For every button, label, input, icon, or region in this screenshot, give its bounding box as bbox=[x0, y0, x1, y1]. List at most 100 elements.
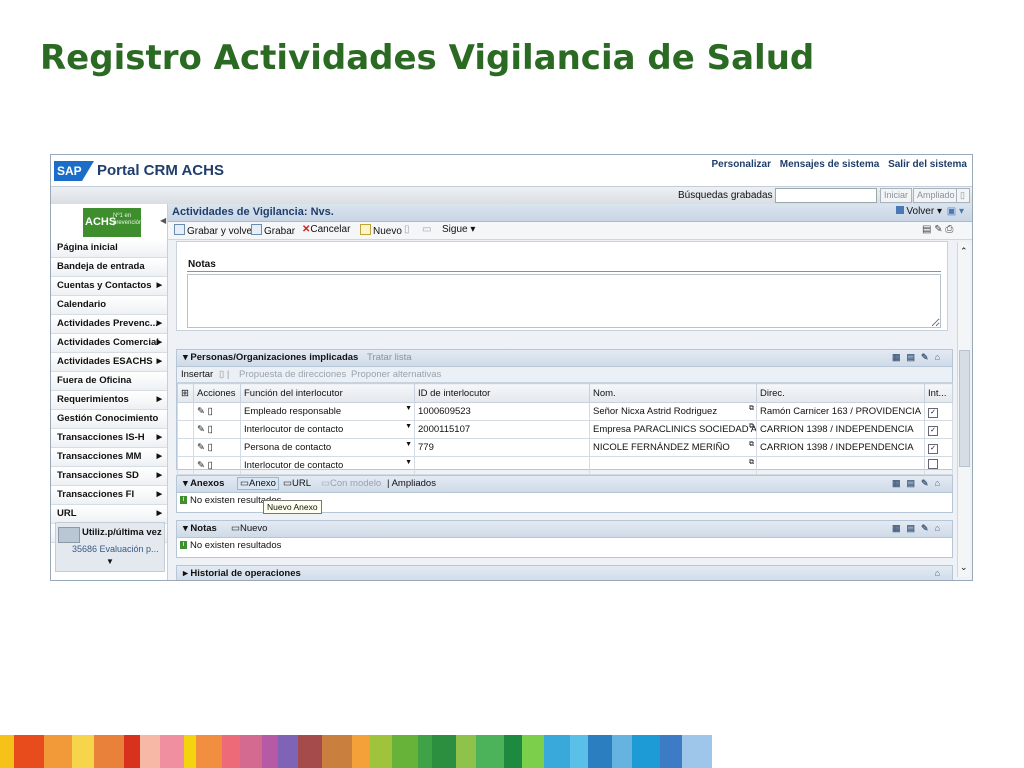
value-help-icon[interactable]: ⧉ bbox=[749, 459, 754, 467]
main-partner-checkbox[interactable]: ✓ bbox=[924, 402, 953, 421]
edit-icon[interactable]: ✎ bbox=[197, 460, 205, 471]
partner-id-cell[interactable]: 779 bbox=[414, 438, 590, 457]
system-messages-link[interactable]: Mensajes de sistema bbox=[780, 159, 880, 170]
section-tools-icons[interactable]: ▦▤✎⌂ bbox=[892, 523, 946, 534]
section-tools-icons[interactable]: ▦▤✎⌂ bbox=[892, 478, 946, 489]
partner-id-cell[interactable] bbox=[414, 456, 590, 475]
add-attachment-button[interactable]: ▭Anexo bbox=[237, 477, 279, 490]
sidebar-item[interactable]: Cuentas y Contactos ▶ bbox=[51, 277, 167, 296]
column-header[interactable]: ID de interlocutor bbox=[414, 383, 590, 403]
column-header[interactable]: Nom. bbox=[589, 383, 757, 403]
saved-searches-dropdown[interactable]: Búsquedas grabadas ▾ bbox=[678, 190, 780, 201]
name-cell[interactable]: Empresa PARACLINICS SOCIEDAD A ⧉ bbox=[589, 420, 757, 439]
main-partner-checkbox[interactable]: ✓ bbox=[924, 420, 953, 439]
column-header[interactable]: Acciones bbox=[193, 383, 241, 403]
sidebar-item[interactable]: Actividades Prevenc... ▶ bbox=[51, 315, 167, 334]
main-partner-checkbox[interactable]: ✓ bbox=[924, 438, 953, 457]
start-button[interactable]: Iniciar bbox=[880, 188, 913, 203]
notes-textarea[interactable] bbox=[187, 274, 941, 328]
edit-icon[interactable]: ✎ bbox=[197, 424, 205, 435]
sidebar-item[interactable]: Actividades Comercial ▶ bbox=[51, 334, 167, 353]
insert-button[interactable]: Insertar bbox=[181, 369, 213, 380]
row-select-cell[interactable] bbox=[177, 438, 194, 457]
vertical-scrollbar[interactable]: ⌃ ⌄ bbox=[957, 242, 970, 577]
save-and-back-button[interactable]: Grabar y volver bbox=[174, 224, 255, 237]
function-cell[interactable]: Interlocutor de contacto ▼ bbox=[240, 456, 415, 475]
name-cell[interactable]: ⧉ bbox=[589, 456, 757, 475]
sidebar-item[interactable]: Fuera de Oficina bbox=[51, 372, 167, 391]
checkbox-icon[interactable] bbox=[928, 459, 938, 469]
sidebar-item[interactable]: Actividades ESACHS ▶ bbox=[51, 353, 167, 372]
value-help-icon[interactable]: ⧉ bbox=[749, 441, 754, 449]
row-actions[interactable]: ✎ ▯ bbox=[193, 438, 241, 457]
main-partner-checkbox[interactable] bbox=[924, 456, 953, 475]
personalize-link[interactable]: Personalizar bbox=[712, 159, 771, 170]
trash-icon[interactable]: ▯ bbox=[208, 406, 213, 417]
checkbox-icon[interactable]: ✓ bbox=[928, 425, 938, 436]
column-header[interactable]: Función del interlocutor bbox=[240, 383, 415, 403]
chevron-down-icon[interactable]: ▼ bbox=[405, 441, 412, 448]
history-title[interactable]: ▸ Historial de operaciones bbox=[183, 568, 301, 579]
logout-link[interactable]: Salir del sistema bbox=[888, 159, 967, 170]
sidebar-item[interactable]: Transacciones IS-H ▶ bbox=[51, 429, 167, 448]
chevron-down-icon[interactable]: ▼ bbox=[405, 459, 412, 466]
address-cell[interactable]: CARRION 1398 / INDEPENDENCIA bbox=[756, 438, 925, 457]
new-note-button[interactable]: ▭Nuevo bbox=[231, 523, 267, 534]
partner-id-cell[interactable]: 1000609523 bbox=[414, 402, 590, 421]
table-row[interactable]: ✎ ▯ Interlocutor de contacto ▼ ⧉ bbox=[177, 456, 953, 475]
value-help-icon[interactable]: ⧉ bbox=[749, 405, 754, 413]
sidebar-item[interactable]: Transacciones FI ▶ bbox=[51, 486, 167, 505]
notes-section-title[interactable]: ▾ Notas bbox=[183, 523, 217, 534]
section-tools-icons[interactable]: ▦▤✎⌂ bbox=[892, 352, 946, 363]
next-button[interactable]: Sigue ▾ bbox=[442, 224, 475, 235]
sidebar-item[interactable]: Página inicial bbox=[51, 239, 167, 258]
row-select-cell[interactable] bbox=[177, 456, 194, 475]
name-cell[interactable]: NICOLE FERNÁNDEZ MERIÑO ⧉ bbox=[589, 438, 757, 457]
edit-icon[interactable]: ✎ bbox=[197, 406, 205, 417]
scroll-up-icon[interactable]: ⌃ bbox=[960, 246, 968, 257]
row-actions[interactable]: ✎ ▯ bbox=[193, 420, 241, 439]
scroll-down-icon[interactable]: ⌄ bbox=[960, 562, 968, 573]
sidebar-item[interactable]: Transacciones SD ▶ bbox=[51, 467, 167, 486]
address-cell[interactable]: CARRION 1398 / INDEPENDENCIA bbox=[756, 420, 925, 439]
row-select-cell[interactable] bbox=[177, 402, 194, 421]
trash-icon[interactable]: ▯ bbox=[956, 188, 970, 203]
sidebar-item[interactable]: Gestión Conocimiento bbox=[51, 410, 167, 429]
address-cell[interactable]: Ramón Carnicer 163 / PROVIDENCIA bbox=[756, 402, 925, 421]
checkbox-icon[interactable]: ✓ bbox=[928, 407, 938, 418]
print-icon[interactable]: ▤ ✎ ⎙ bbox=[922, 224, 953, 235]
edit-icon[interactable]: ✎ bbox=[197, 442, 205, 453]
column-config-icon[interactable]: ⊞ bbox=[177, 383, 194, 403]
url-button[interactable]: ▭URL bbox=[283, 478, 311, 489]
address-cell[interactable] bbox=[756, 456, 925, 475]
row-actions[interactable]: ✎ ▯ bbox=[193, 456, 241, 475]
new-button[interactable]: Nuevo bbox=[360, 224, 402, 237]
trash-icon[interactable]: ▯ bbox=[208, 442, 213, 453]
trash-icon[interactable]: ▯ bbox=[208, 424, 213, 435]
collapse-arrow-icon[interactable]: ◀ bbox=[160, 216, 166, 225]
sidebar-item[interactable]: Calendario bbox=[51, 296, 167, 315]
sidebar-item[interactable]: Bandeja de entrada bbox=[51, 258, 167, 277]
cancel-button[interactable]: ✕Cancelar bbox=[302, 224, 350, 235]
row-actions[interactable]: ✎ ▯ bbox=[193, 402, 241, 421]
recent-item[interactable]: 35686 Evaluación p... bbox=[72, 544, 159, 554]
window-icon[interactable]: ▣ ▾ bbox=[947, 206, 964, 217]
partner-id-cell[interactable]: 2000115107 bbox=[414, 420, 590, 439]
expanded-button[interactable]: | Ampliados bbox=[387, 478, 436, 489]
function-cell[interactable]: Persona de contacto ▼ bbox=[240, 438, 415, 457]
advanced-button[interactable]: Ampliado bbox=[913, 188, 959, 203]
checkbox-icon[interactable]: ✓ bbox=[928, 443, 938, 454]
sidebar-item[interactable]: Requerimientos ▶ bbox=[51, 391, 167, 410]
section-tools-icons[interactable]: ⌂ bbox=[935, 568, 946, 578]
attachments-title[interactable]: ▾ Anexos bbox=[183, 478, 224, 489]
scrollbar-thumb[interactable] bbox=[959, 350, 970, 467]
value-help-icon[interactable]: ⧉ bbox=[749, 423, 754, 431]
trash-icon[interactable]: ▯ bbox=[208, 460, 213, 471]
function-cell[interactable]: Empleado responsable ▼ bbox=[240, 402, 415, 421]
partners-title[interactable]: ▾ Personas/Organizaciones implicadas bbox=[183, 352, 358, 363]
chevron-down-icon[interactable]: ▼ bbox=[405, 423, 412, 430]
name-cell[interactable]: Señor Nicxa Astrid Rodriguez ⧉ bbox=[589, 402, 757, 421]
table-row[interactable]: ✎ ▯ Persona de contacto ▼ 779 NICOLE FERNÁND… bbox=[177, 438, 953, 457]
row-select-cell[interactable] bbox=[177, 420, 194, 439]
table-row[interactable]: ✎ ▯ Interlocutor de contacto ▼ 2000115107 Em… bbox=[177, 420, 953, 439]
